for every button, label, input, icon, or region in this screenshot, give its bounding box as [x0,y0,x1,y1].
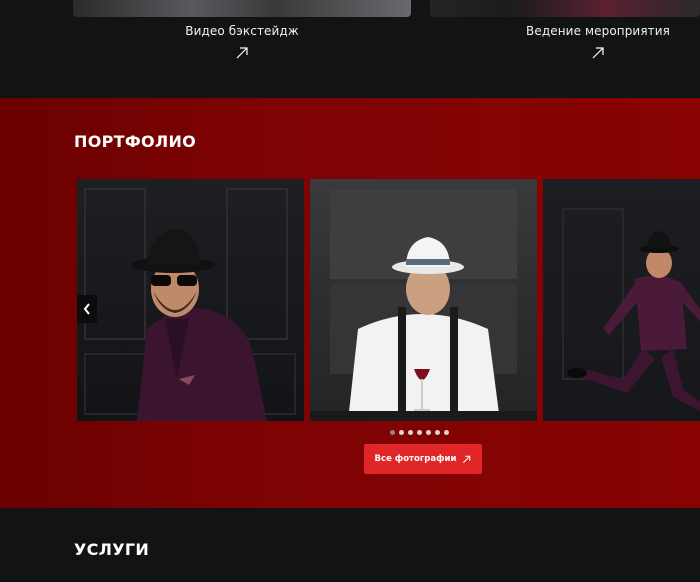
portfolio-title: ПОРТФОЛИО [74,132,197,151]
portfolio-slide-3[interactable] [543,179,700,421]
carousel-dot[interactable] [444,430,449,435]
photo-man-jumping [562,208,700,411]
carousel-dot[interactable] [399,430,404,435]
services-title: УСЛУГИ [74,540,150,559]
arrow-up-right-icon [463,455,471,463]
all-photos-button[interactable]: Все фотографии [364,444,482,474]
carousel-dot[interactable] [435,430,440,435]
event-hosting-thumbnail[interactable] [430,0,700,17]
carousel-dot[interactable] [426,430,431,435]
carousel-dot[interactable] [408,430,413,435]
services-section: УСЛУГИ [0,508,700,582]
photo-man-black-hat [84,188,296,421]
carousel-pagination [390,430,449,435]
carousel-prev-button[interactable] [77,295,97,323]
video-backstage-card[interactable]: Видео бэкстейдж [112,24,372,60]
carousel-dot[interactable] [417,430,422,435]
photo-man-white-hat-wine [310,189,537,421]
chevron-left-icon [83,303,90,315]
portfolio-section: ПОРТФОЛИО Все фотографии [0,98,700,508]
video-backstage-thumbnail[interactable] [73,0,411,17]
portfolio-slide-2[interactable] [310,179,537,421]
portfolio-slide-1[interactable] [77,179,304,421]
all-photos-label: Все фотографии [374,454,457,464]
arrow-up-right-icon[interactable] [235,46,249,60]
top-services-strip: Видео бэкстейдж Ведение мероприятия [0,0,700,98]
event-hosting-card[interactable]: Ведение мероприятия [468,24,700,60]
carousel-dot[interactable] [390,430,395,435]
video-backstage-label: Видео бэкстейдж [185,24,299,38]
event-hosting-label: Ведение мероприятия [526,24,670,38]
arrow-up-right-icon[interactable] [591,46,605,60]
